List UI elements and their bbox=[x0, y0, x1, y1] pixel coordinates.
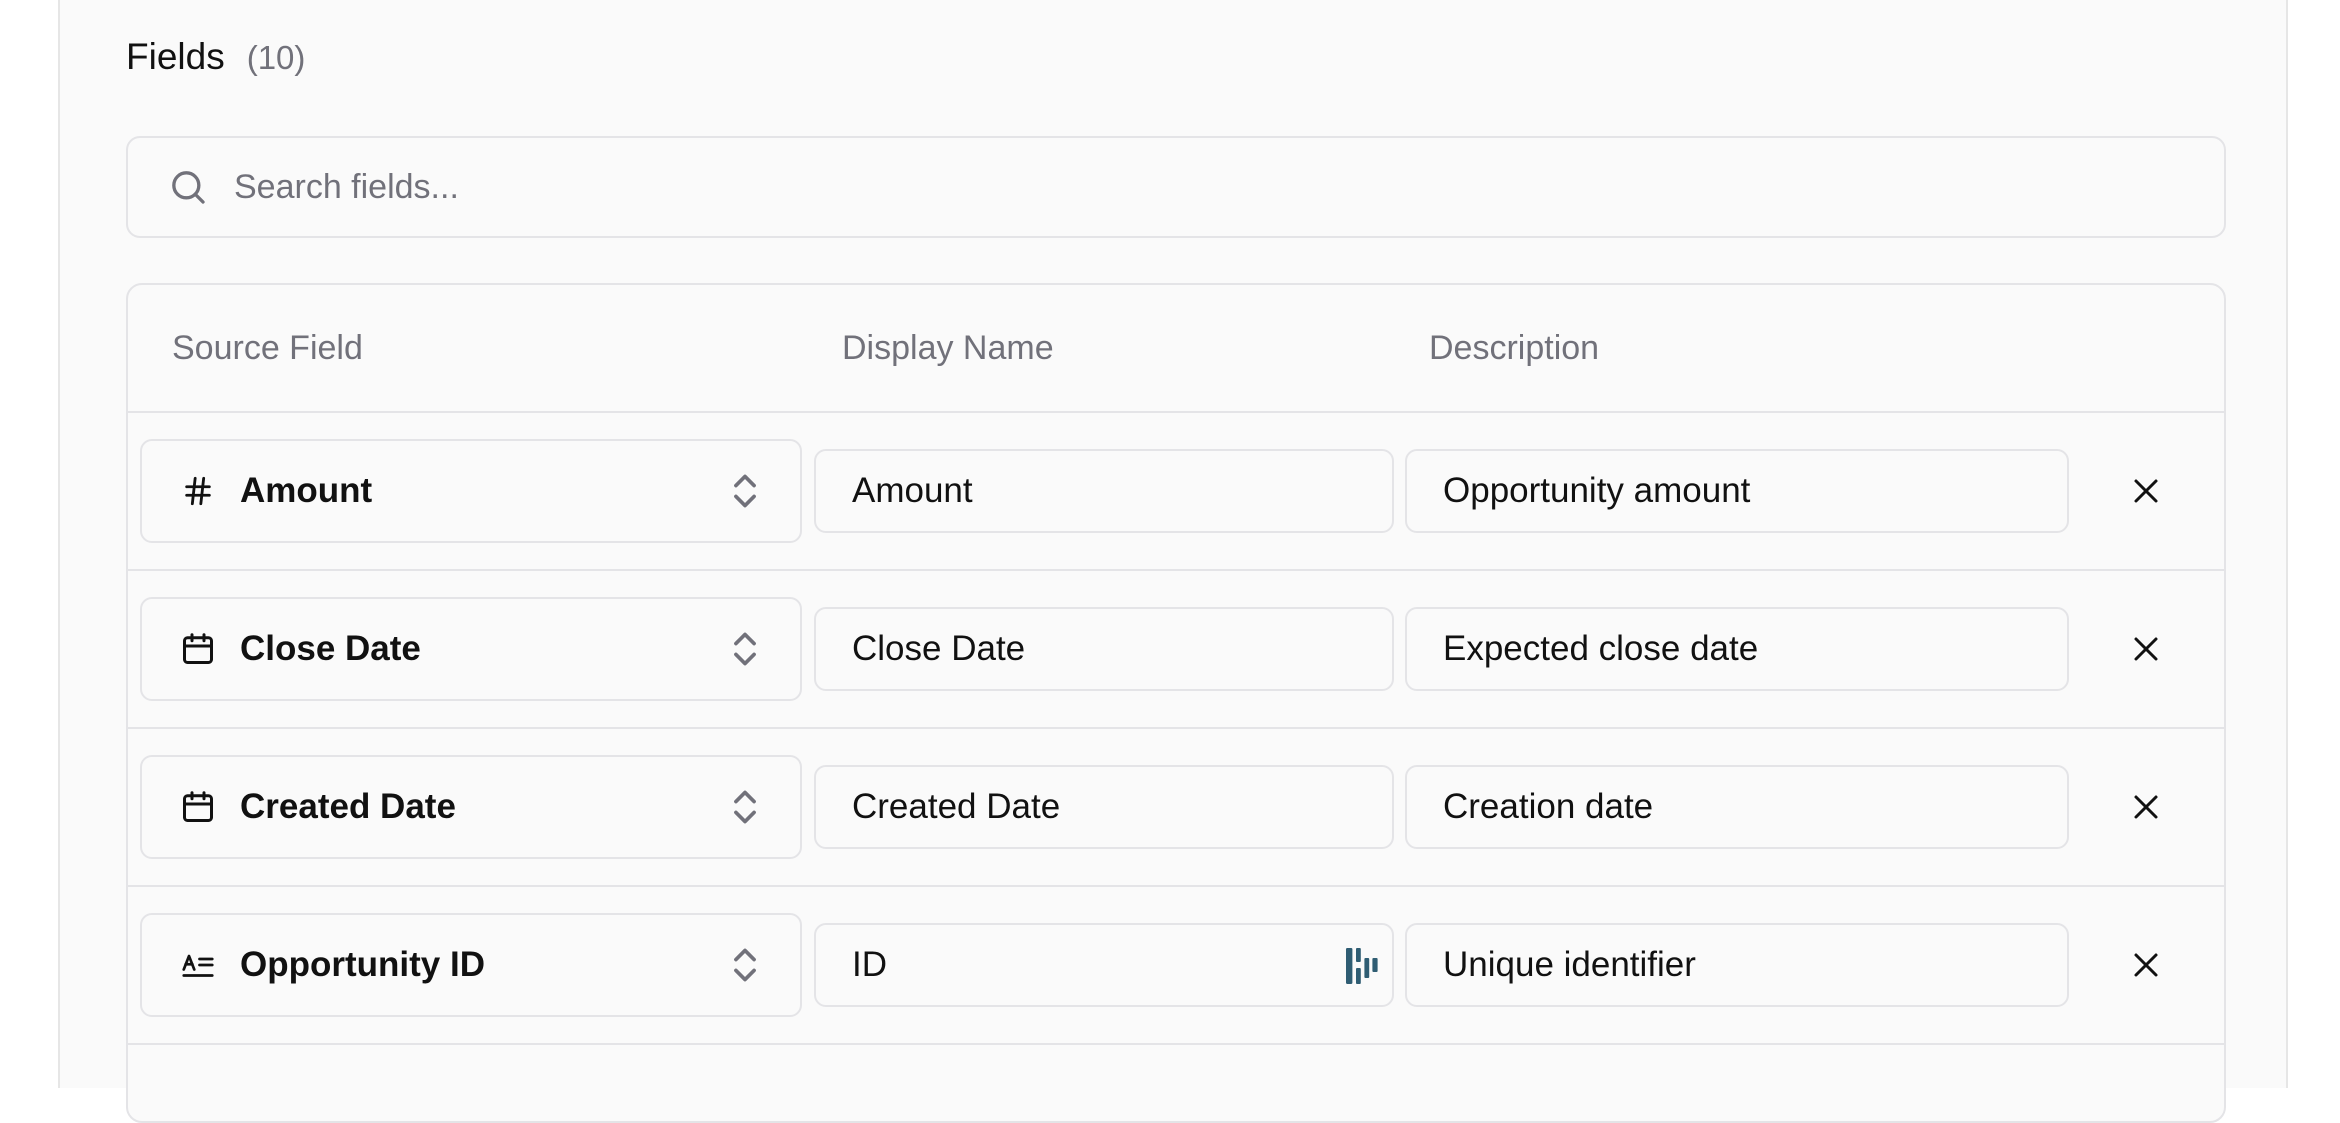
chevrons-up-down-icon bbox=[730, 471, 760, 511]
description-field[interactable] bbox=[1405, 765, 2069, 849]
display-name-input[interactable] bbox=[850, 628, 1315, 670]
fields-title: Fields bbox=[126, 36, 225, 77]
display-name-input[interactable] bbox=[850, 470, 1315, 512]
search-icon bbox=[168, 167, 208, 207]
description-field[interactable] bbox=[1405, 607, 2069, 691]
table-header: Source Field Display Name Description bbox=[128, 285, 2224, 413]
remove-field-button[interactable] bbox=[2122, 467, 2170, 515]
column-header-display-name: Display Name bbox=[842, 329, 1054, 367]
source-field-label: Opportunity ID bbox=[240, 945, 485, 984]
text-type-icon bbox=[178, 945, 218, 985]
display-name-input[interactable] bbox=[850, 786, 1315, 828]
chevrons-up-down-icon bbox=[730, 629, 760, 669]
search-box[interactable] bbox=[126, 136, 2226, 238]
fields-table: Source Field Display Name Description Am… bbox=[126, 283, 2226, 1123]
column-header-description: Description bbox=[1429, 329, 1600, 367]
calendar-icon bbox=[178, 629, 218, 669]
source-field-label: Amount bbox=[240, 471, 373, 510]
table-row: Close Date bbox=[128, 571, 2224, 729]
close-icon bbox=[2134, 795, 2158, 819]
description-input[interactable] bbox=[1441, 470, 1973, 512]
description-input[interactable] bbox=[1441, 944, 1973, 986]
column-header-source-field: Source Field bbox=[172, 329, 363, 367]
description-input[interactable] bbox=[1441, 786, 1973, 828]
source-field-select[interactable]: Amount bbox=[140, 439, 802, 543]
fields-panel: Fields (10) Source Field Display Name De… bbox=[58, 0, 2288, 1123]
description-input[interactable] bbox=[1441, 628, 1973, 670]
table-row: Amount bbox=[128, 413, 2224, 571]
description-field[interactable] bbox=[1405, 923, 2069, 1007]
description-field[interactable] bbox=[1405, 449, 2069, 533]
close-icon bbox=[2134, 953, 2158, 977]
display-name-field[interactable] bbox=[814, 923, 1394, 1007]
close-icon bbox=[2134, 637, 2158, 661]
search-input[interactable] bbox=[232, 166, 2136, 208]
source-field-select[interactable]: Created Date bbox=[140, 755, 802, 859]
table-row: Opportunity ID bbox=[128, 887, 2224, 1045]
display-name-field[interactable] bbox=[814, 607, 1394, 691]
chevrons-up-down-icon bbox=[730, 787, 760, 827]
display-name-field[interactable] bbox=[814, 765, 1394, 849]
calendar-icon bbox=[178, 787, 218, 827]
password-manager-icon[interactable] bbox=[1344, 946, 1380, 986]
display-name-field[interactable] bbox=[814, 449, 1394, 533]
close-icon bbox=[2134, 479, 2158, 503]
source-field-select[interactable]: Opportunity ID bbox=[140, 913, 802, 1017]
source-field-select[interactable]: Close Date bbox=[140, 597, 802, 701]
fields-heading: Fields (10) bbox=[126, 36, 305, 86]
source-field-label: Close Date bbox=[240, 629, 421, 668]
source-field-label: Created Date bbox=[240, 787, 456, 826]
remove-field-button[interactable] bbox=[2122, 783, 2170, 831]
chevrons-up-down-icon bbox=[730, 945, 760, 985]
table-row: Created Date bbox=[128, 729, 2224, 887]
remove-field-button[interactable] bbox=[2122, 941, 2170, 989]
fields-count: (10) bbox=[246, 39, 306, 76]
hash-icon bbox=[178, 471, 218, 511]
remove-field-button[interactable] bbox=[2122, 625, 2170, 673]
display-name-input[interactable] bbox=[850, 944, 1315, 986]
